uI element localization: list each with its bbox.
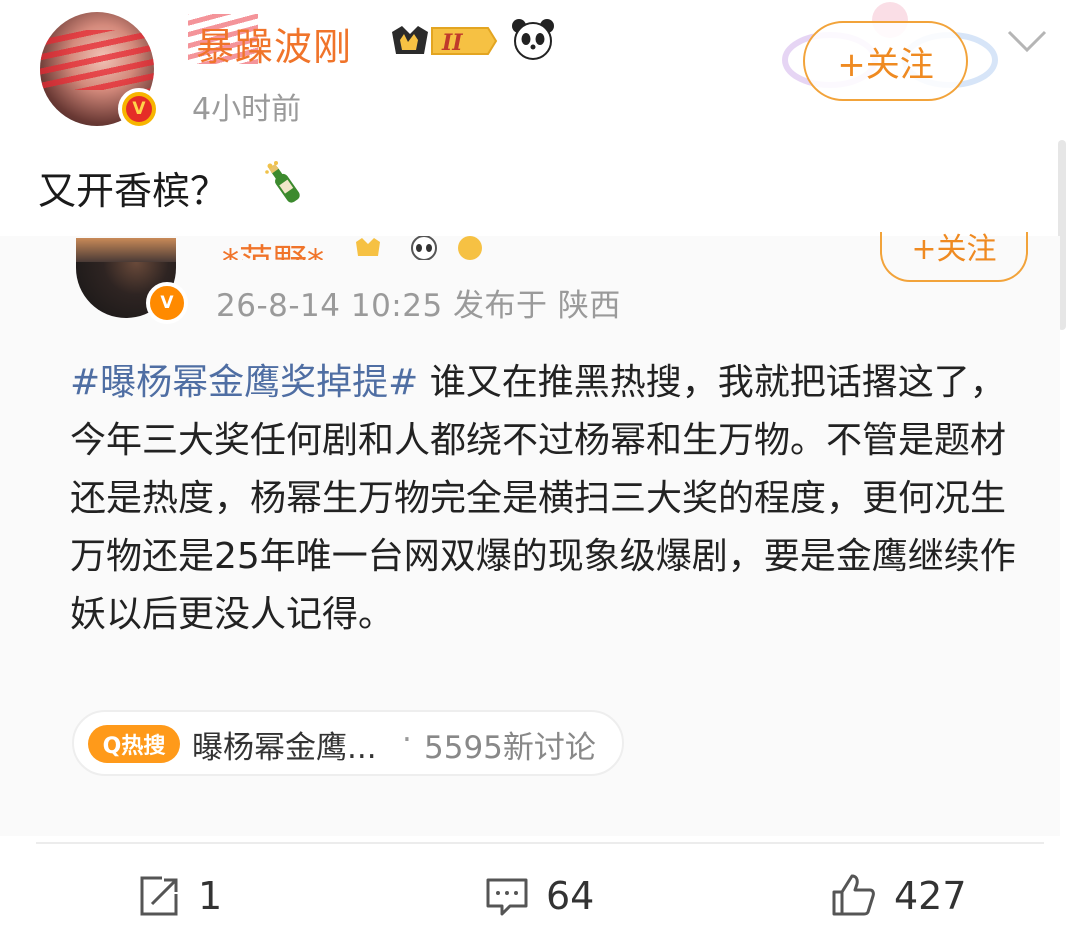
retweet-verified-icon: V xyxy=(146,282,188,324)
hot-search-title[interactable]: 曝杨幂金鹰... xyxy=(192,722,377,767)
follow-button[interactable]: +关注 xyxy=(803,21,968,101)
like-icon[interactable] xyxy=(830,872,876,918)
avatar-sky xyxy=(76,238,176,262)
retweet-body: #曝杨幂金鹰奖掉提# 谁又在推黑热搜，我就把话撂这了，今年三大奖任何剧和人都绕不… xyxy=(70,354,1030,644)
repost-count[interactable]: 1 xyxy=(198,874,222,918)
verified-badge-icon: V xyxy=(118,88,160,130)
vip-crown-icon: II xyxy=(392,26,498,56)
hot-search-separator: · xyxy=(402,722,412,758)
svg-text:II: II xyxy=(441,30,463,56)
author-name[interactable]: 暴躁波刚 xyxy=(196,16,352,71)
scribble-overlay xyxy=(40,30,154,90)
retweet-follow-label: +关注 xyxy=(911,232,997,267)
divider xyxy=(36,842,1044,844)
hot-search-badge: Q热搜 xyxy=(88,725,180,763)
hot-search-count: 5595新讨论 xyxy=(424,730,596,766)
post-time: 4小时前 xyxy=(192,92,302,127)
like-count[interactable]: 427 xyxy=(894,874,967,918)
comment-icon[interactable] xyxy=(484,874,530,920)
repost-icon[interactable] xyxy=(136,874,182,920)
retweet-author-name[interactable]: *范野* xyxy=(222,234,324,260)
champagne-icon xyxy=(265,161,300,203)
chevron-down-icon[interactable] xyxy=(1005,26,1049,56)
retweet-follow-button[interactable]: +关注 xyxy=(880,232,1028,282)
retweet-meta: 26-8-14 10:25 发布于 陕西 xyxy=(216,288,621,324)
comment-count[interactable]: 64 xyxy=(546,874,594,918)
post-text: 又开香槟？ xyxy=(38,169,229,213)
panda-icon xyxy=(512,19,554,60)
hashtag-link[interactable]: #曝杨幂金鹰奖掉提# xyxy=(70,362,418,403)
retweet-badges-icon xyxy=(356,236,482,260)
